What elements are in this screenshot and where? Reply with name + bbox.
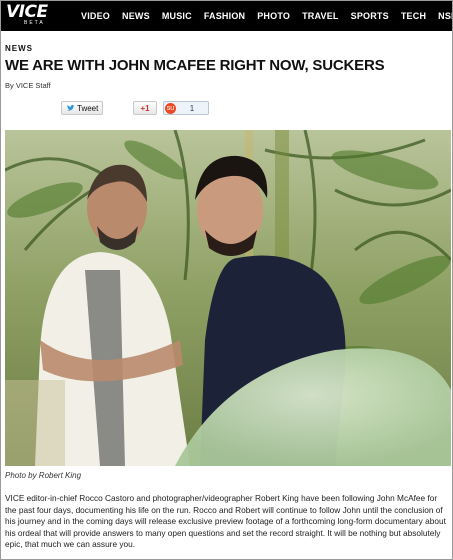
stumbleupon-icon: su (165, 102, 176, 114)
nav-item-news[interactable]: NEWS (122, 11, 150, 21)
article-headline: WE ARE WITH JOHN MCAFEE RIGHT NOW, SUCKE… (5, 57, 385, 74)
tweet-button[interactable]: Tweet (61, 101, 103, 115)
article-photo (5, 130, 451, 466)
nav-item-tech[interactable]: TECH (401, 11, 426, 21)
google-plus-button[interactable]: +1 (133, 101, 157, 115)
nav-item-video[interactable]: VIDEO (81, 11, 110, 21)
gplus-label: +1 (140, 103, 150, 113)
stumbleupon-count: 1 (189, 103, 195, 113)
stumbleupon-button[interactable]: su 1 (163, 101, 209, 115)
logo-sub: BETA (24, 20, 45, 26)
article-byline: By VICE Staff (5, 81, 51, 90)
vice-logo[interactable]: VICE BETA (6, 4, 62, 30)
tweet-label: Tweet (77, 103, 99, 113)
main-nav: VIDEO NEWS MUSIC FASHION PHOTO TRAVEL SP… (81, 1, 452, 31)
nav-item-travel[interactable]: TRAVEL (302, 11, 339, 21)
twitter-bird-icon (66, 104, 75, 113)
nav-item-photo[interactable]: PHOTO (257, 11, 290, 21)
article-body: VICE editor-in-chief Rocco Castoro and p… (5, 493, 446, 550)
section-label[interactable]: News (5, 44, 33, 53)
logo-text: VICE (6, 2, 48, 22)
nav-item-music[interactable]: MUSIC (162, 11, 192, 21)
site-header: VICE BETA VIDEO NEWS MUSIC FASHION PHOTO… (1, 1, 452, 31)
nav-item-fashion[interactable]: FASHION (204, 11, 245, 21)
browser-frame: VICE BETA VIDEO NEWS MUSIC FASHION PHOTO… (0, 0, 453, 560)
photo-caption: Photo by Robert King (5, 471, 82, 480)
nav-item-nsfw[interactable]: NSFW (438, 11, 452, 21)
nav-item-sports[interactable]: SPORTS (351, 11, 389, 21)
